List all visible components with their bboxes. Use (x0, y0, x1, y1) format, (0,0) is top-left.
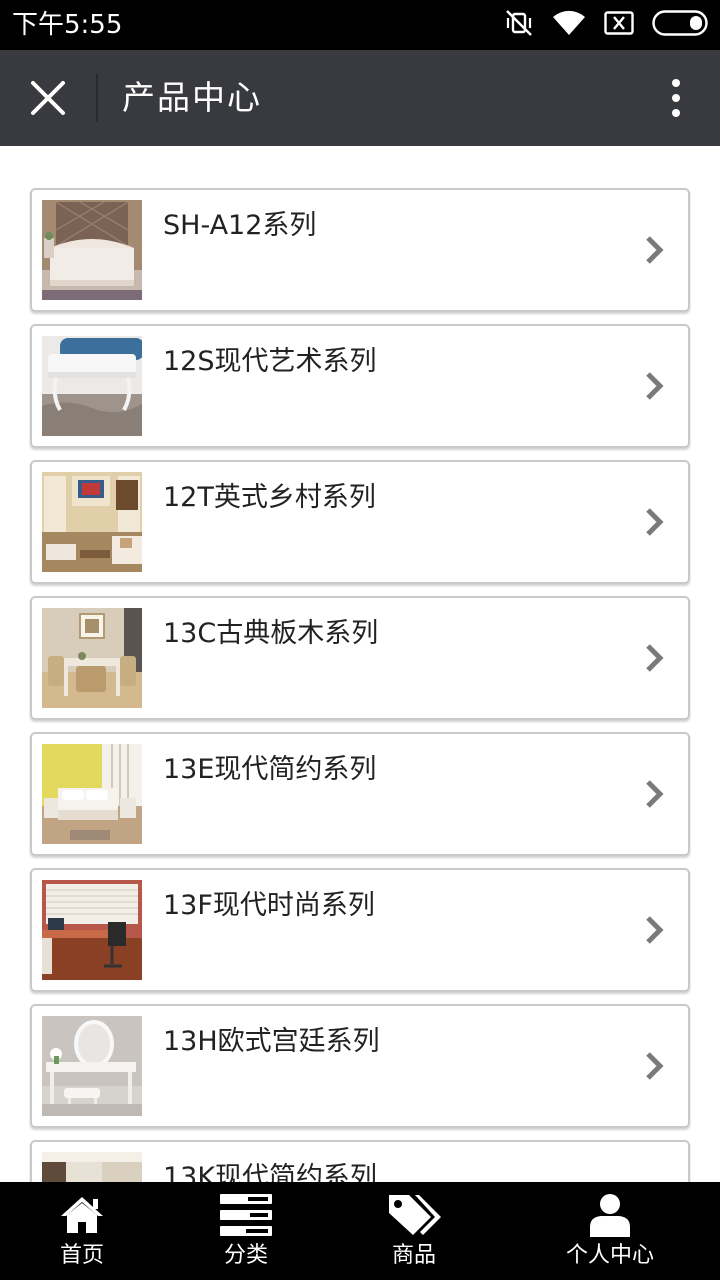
tab-home[interactable]: 首页 (42, 1182, 122, 1280)
product-thumbnail (42, 1016, 142, 1116)
product-item[interactable]: 12S现代艺术系列 (30, 324, 690, 448)
product-thumbnail (42, 744, 142, 844)
battery-icon (652, 10, 708, 40)
more-vertical-icon (672, 79, 680, 117)
tab-category-label: 分类 (223, 1243, 268, 1268)
product-name: 13F现代时尚系列 (163, 890, 375, 921)
app-bar-divider (96, 74, 98, 122)
product-list-area[interactable]: SH-A12系列 12S现代艺术系列 12T英式乡村系列 13C古典板木系列 1… (0, 146, 720, 1182)
more-menu-button[interactable] (660, 74, 692, 122)
product-item[interactable]: 13F现代时尚系列 (30, 868, 690, 992)
product-name: SH-A12系列 (163, 210, 317, 241)
product-thumbnail (42, 200, 142, 300)
status-bar: 下午5:55 (0, 0, 720, 50)
product-item[interactable]: 13C古典板木系列 (30, 596, 690, 720)
product-list: SH-A12系列 12S现代艺术系列 12T英式乡村系列 13C古典板木系列 1… (30, 188, 690, 1182)
user-icon (589, 1192, 631, 1238)
close-icon (31, 81, 65, 115)
product-item[interactable]: 13E现代简约系列 (30, 732, 690, 856)
tab-products[interactable]: 商品 (374, 1182, 454, 1280)
chevron-right-icon (646, 236, 664, 264)
app-bar: 产品中心 (0, 50, 720, 146)
tab-profile[interactable]: 个人中心 (556, 1182, 664, 1280)
product-name: 12S现代艺术系列 (163, 346, 377, 377)
product-item[interactable]: 12T英式乡村系列 (30, 460, 690, 584)
tags-icon (387, 1192, 441, 1238)
chevron-right-icon (646, 508, 664, 536)
category-list-icon (220, 1192, 272, 1238)
tab-home-label: 首页 (59, 1243, 104, 1268)
status-time: 下午5:55 (12, 10, 123, 40)
product-name: 13K现代简约系列 (163, 1162, 378, 1182)
status-icons (504, 9, 708, 41)
product-name: 13E现代简约系列 (163, 754, 377, 785)
product-thumbnail (42, 1152, 142, 1182)
product-item[interactable]: SH-A12系列 (30, 188, 690, 312)
vibrate-off-icon (504, 8, 534, 42)
chevron-right-icon (646, 916, 664, 944)
product-thumbnail (42, 608, 142, 708)
chevron-right-icon (646, 644, 664, 672)
chevron-right-icon (646, 1052, 664, 1080)
chevron-right-icon (646, 780, 664, 808)
tab-profile-label: 个人中心 (565, 1243, 654, 1268)
product-item[interactable]: 13H欧式宫廷系列 (30, 1004, 690, 1128)
product-thumbnail (42, 472, 142, 572)
product-name: 12T英式乡村系列 (163, 482, 376, 513)
wifi-icon (552, 9, 586, 41)
page-title: 产品中心 (122, 78, 262, 117)
tab-category[interactable]: 分类 (206, 1182, 286, 1280)
home-icon (59, 1192, 105, 1238)
sim-x-icon (604, 11, 634, 39)
product-thumbnail (42, 336, 142, 436)
tab-products-label: 商品 (391, 1243, 436, 1268)
product-name: 13C古典板木系列 (163, 618, 379, 649)
chevron-right-icon (646, 372, 664, 400)
close-button[interactable] (18, 68, 78, 128)
bottom-tab-bar: 首页 分类 商品 个人中心 (0, 1182, 720, 1280)
product-thumbnail (42, 880, 142, 980)
product-item[interactable]: 13K现代简约系列 (30, 1140, 690, 1182)
product-name: 13H欧式宫廷系列 (163, 1026, 380, 1057)
